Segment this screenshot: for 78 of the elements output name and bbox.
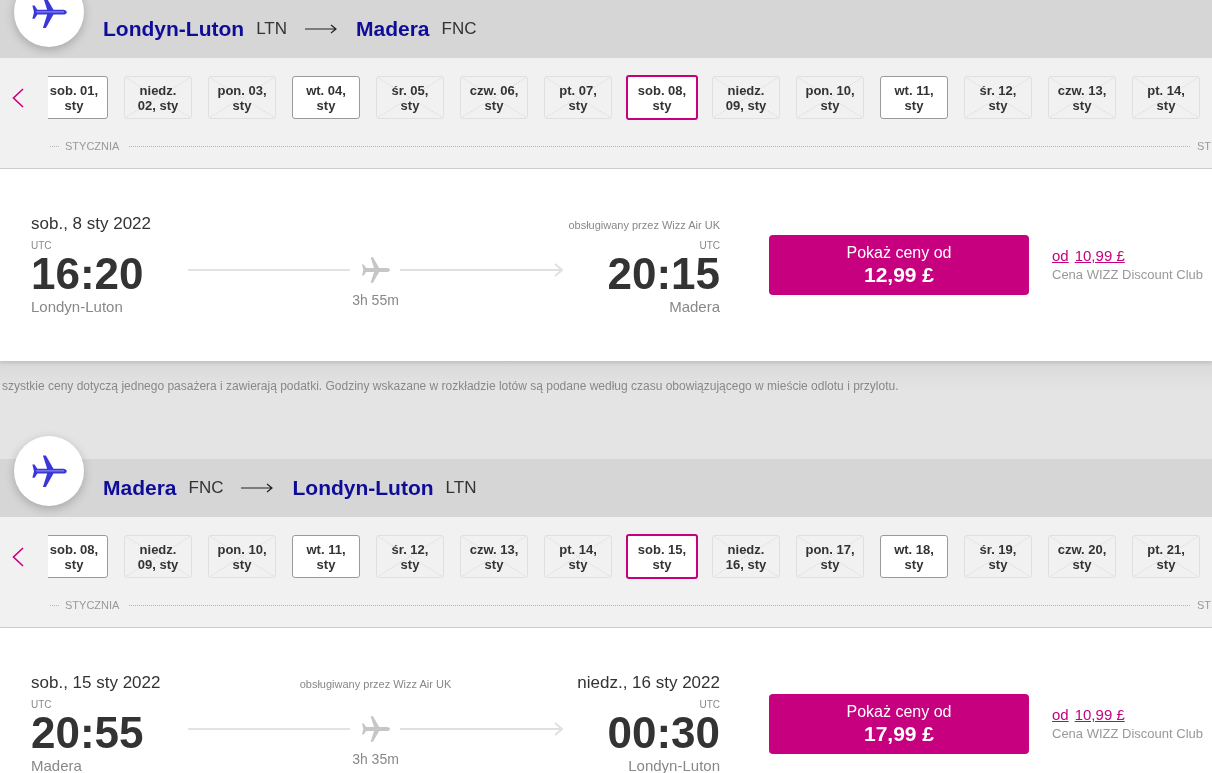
month-label: STYCZNIA	[65, 139, 120, 153]
previous-dates-button[interactable]	[12, 546, 24, 567]
show-prices-button[interactable]: Pokaż ceny od 12,99 £	[769, 235, 1029, 295]
date-tile[interactable]: czw. 06, sty	[460, 76, 528, 119]
club-price-link[interactable]: 10,99 £	[1074, 247, 1125, 265]
date-tile[interactable]: czw. 20, sty	[1048, 535, 1116, 578]
arrow-icon	[305, 24, 337, 34]
date-tile[interactable]: wt. 11, sty	[880, 76, 948, 119]
departure-time: 16:20	[31, 252, 144, 296]
date-tile[interactable]: sob. 08, sty	[626, 75, 698, 120]
date-tile[interactable]: sob. 08, sty	[48, 535, 108, 578]
date-tile[interactable]: niedz. 16, sty	[712, 535, 780, 578]
timezone-label: UTC	[699, 240, 720, 252]
departure-time: 20:55	[31, 711, 144, 755]
from-link[interactable]: od	[1052, 706, 1069, 724]
airport-code: FNC	[441, 18, 477, 40]
fare-note: szystkie ceny dotyczą jednego pasażera i zawierają podatki. Godziny wskazane w rozkładzie lotów są podane według czasu obowiązującego w mieście odlotu i przylotu.	[2, 379, 899, 393]
from-link[interactable]: od	[1052, 247, 1069, 265]
arrival-time: 20:15	[607, 252, 720, 296]
date-tile[interactable]: niedz. 09, sty	[124, 535, 192, 578]
date-tile[interactable]: czw. 13, sty	[1048, 76, 1116, 119]
show-prices-button[interactable]: Pokaż ceny od 17,99 £	[769, 694, 1029, 754]
date-tile[interactable]: śr. 19, sty	[964, 535, 1032, 578]
date-tile[interactable]: pon. 03, sty	[208, 76, 276, 119]
date-tile[interactable]: pt. 14, sty	[1132, 76, 1200, 119]
timezone-label: UTC	[31, 699, 52, 711]
date-tile[interactable]: pt. 07, sty	[544, 76, 612, 119]
club-price-label: Cena WIZZ Discount Club	[1052, 725, 1203, 742]
arrow-icon	[400, 263, 563, 277]
date-tile[interactable]: wt. 18, sty	[880, 535, 948, 578]
flight-duration: 3h 35m	[352, 750, 399, 768]
departure-date: sob., 15 sty 2022	[31, 673, 161, 693]
date-tile[interactable]: sob. 01, sty	[48, 76, 108, 119]
date-tile[interactable]: śr. 12, sty	[964, 76, 1032, 119]
previous-dates-button[interactable]	[12, 87, 24, 108]
date-tile[interactable]: pt. 14, sty	[544, 535, 612, 578]
chevron-left-icon	[12, 546, 24, 567]
airport-code: FNC	[188, 477, 224, 499]
arrow-icon	[400, 722, 563, 736]
timezone-label: UTC	[31, 240, 52, 252]
origin-city: Madera	[103, 475, 177, 501]
date-tile[interactable]: śr. 12, sty	[376, 535, 444, 578]
timezone-label: UTC	[699, 699, 720, 711]
destination-city: Madera	[356, 16, 430, 42]
month-label: ST	[1196, 598, 1211, 612]
date-tile[interactable]: sob. 15, sty	[626, 534, 698, 579]
date-tile[interactable]: wt. 11, sty	[292, 535, 360, 578]
date-tile[interactable]: pon. 10, sty	[796, 76, 864, 119]
arrow-icon	[241, 483, 274, 493]
date-tile[interactable]: pon. 17, sty	[796, 535, 864, 578]
club-price-link[interactable]: 10,99 £	[1074, 706, 1125, 724]
date-tile[interactable]: wt. 04, sty	[292, 76, 360, 119]
airport-code: LTN	[445, 477, 477, 499]
plane-icon	[14, 436, 84, 506]
club-price-label: Cena WIZZ Discount Club	[1052, 266, 1203, 283]
arrival-time: 00:30	[607, 711, 720, 755]
destination-city: Londyn-Luton	[292, 475, 434, 501]
operator-note: obsługiwany przez Wizz Air UK	[568, 218, 720, 232]
departure-date: sob., 8 sty 2022	[31, 214, 152, 234]
departure-city: Madera	[31, 757, 82, 773]
operator-note: obsługiwany przez Wizz Air UK	[299, 677, 452, 691]
month-label: ST	[1196, 139, 1211, 153]
date-tile[interactable]: pon. 10, sty	[208, 535, 276, 578]
date-tile[interactable]: czw. 13, sty	[460, 535, 528, 578]
date-tile[interactable]: niedz. 09, sty	[712, 76, 780, 119]
date-tile[interactable]: niedz. 02, sty	[124, 76, 192, 119]
flight-duration: 3h 55m	[352, 291, 399, 309]
arrival-city: Madera	[669, 298, 720, 316]
airport-code: LTN	[256, 18, 287, 40]
month-label: STYCZNIA	[65, 598, 120, 612]
origin-city: Londyn-Luton	[103, 16, 245, 42]
date-tile[interactable]: pt. 21, sty	[1132, 535, 1200, 578]
chevron-left-icon	[12, 87, 24, 108]
plane-icon	[362, 257, 390, 283]
arrival-date: niedz., 16 sty 2022	[577, 673, 720, 693]
departure-city: Londyn-Luton	[31, 298, 123, 316]
date-tile[interactable]: śr. 05, sty	[376, 76, 444, 119]
plane-icon	[362, 716, 390, 742]
